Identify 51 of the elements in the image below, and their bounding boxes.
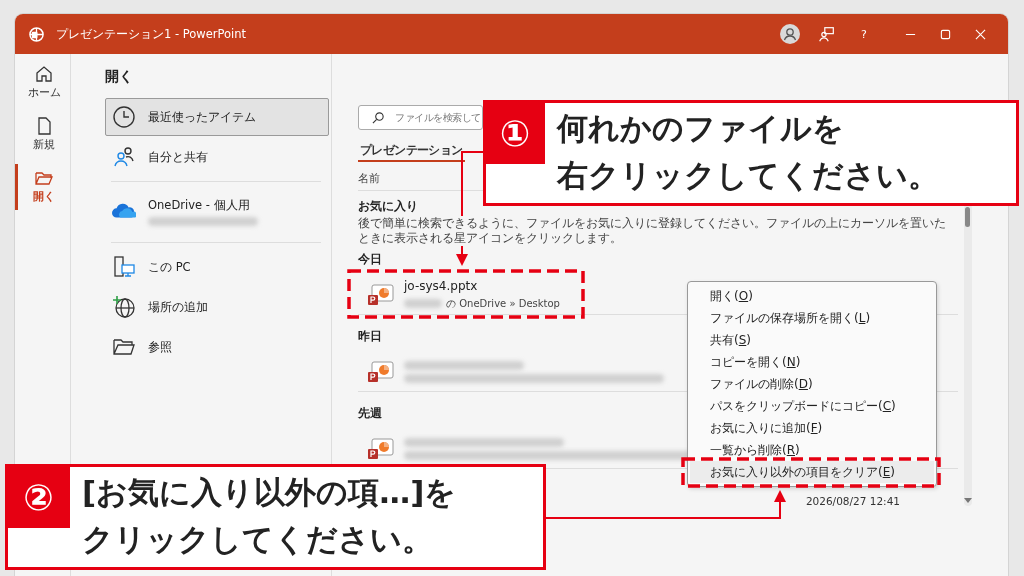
search-field[interactable]: ファイルを検索して <box>358 105 483 130</box>
close-icon[interactable] <box>975 28 986 40</box>
location-item[interactable]: OneDrive - 個人用 <box>105 187 329 237</box>
menu-item[interactable]: 一覧から削除(R) <box>690 439 934 461</box>
blurred-account <box>404 299 442 308</box>
maximize-icon[interactable] <box>940 28 951 40</box>
pptx-file-icon <box>368 359 394 384</box>
callout-text: 右クリックしてください。 <box>557 156 939 195</box>
menu-item[interactable]: パスをクリップボードにコピー(C) <box>690 395 934 417</box>
file-type-tab[interactable]: プレゼンテーション <box>358 143 465 162</box>
column-header[interactable]: 名前 <box>358 172 380 184</box>
callout-text: クリックしてください。 <box>82 520 434 559</box>
pptx-file-icon <box>368 436 394 461</box>
section-title: 昨日 <box>358 329 382 344</box>
rail-tab[interactable]: ホーム <box>15 60 70 106</box>
menu-item[interactable]: お気に入り以外の項目をクリア(E) <box>690 461 934 483</box>
step-number: ① <box>485 102 545 164</box>
help-button[interactable]: ? <box>855 27 873 41</box>
rail-tab[interactable]: 開く <box>15 164 70 210</box>
computer-icon <box>112 255 136 279</box>
app-logo-icon <box>29 26 44 42</box>
home-icon <box>34 64 54 84</box>
menu-item[interactable]: 開く(O) <box>690 285 934 307</box>
page-heading: 開く <box>105 68 134 86</box>
menu-item[interactable]: ファイルの削除(D) <box>690 373 934 395</box>
pptx-file-icon <box>368 282 394 307</box>
scrollbar[interactable] <box>964 204 972 506</box>
clock-icon <box>112 105 136 129</box>
search-icon <box>372 111 385 124</box>
callout-text: [お気に入り以外の項…]を <box>82 473 457 512</box>
menu-item[interactable]: コピーを開く(N) <box>690 351 934 373</box>
menu-item[interactable]: お気に入りに追加(F) <box>690 417 934 439</box>
rail-tab[interactable]: 新規 <box>15 112 70 158</box>
section-title: 先週 <box>358 406 382 421</box>
location-item[interactable]: この PC <box>105 248 329 286</box>
location-item[interactable]: 最近使ったアイテム <box>105 98 329 136</box>
location-item[interactable]: 参照 <box>105 328 329 366</box>
section-title: 今日 <box>358 252 382 267</box>
presenter-icon[interactable] <box>818 25 835 43</box>
callout-text: 何れかのファイルを <box>557 109 845 148</box>
section-title: お気に入り <box>358 199 418 214</box>
account-icon[interactable] <box>780 24 800 44</box>
menu-item[interactable]: 共有(S) <box>690 329 934 351</box>
people-icon <box>112 145 136 169</box>
step-number: ② <box>7 466 70 528</box>
window-title: プレゼンテーション1 - PowerPoint <box>56 26 247 42</box>
location-item[interactable]: 場所の追加 <box>105 288 329 326</box>
file-date: 2026/08/27 12:41 <box>805 495 900 507</box>
globe-icon <box>112 295 136 319</box>
location-item[interactable]: 自分と共有 <box>105 138 329 176</box>
favorites-description: 後で簡単に検索できるように、ファイルをお気に入りに登録してください。ファイルの上にカーソルを置いたときに表示される星アイコンをクリックします。 <box>358 216 948 246</box>
